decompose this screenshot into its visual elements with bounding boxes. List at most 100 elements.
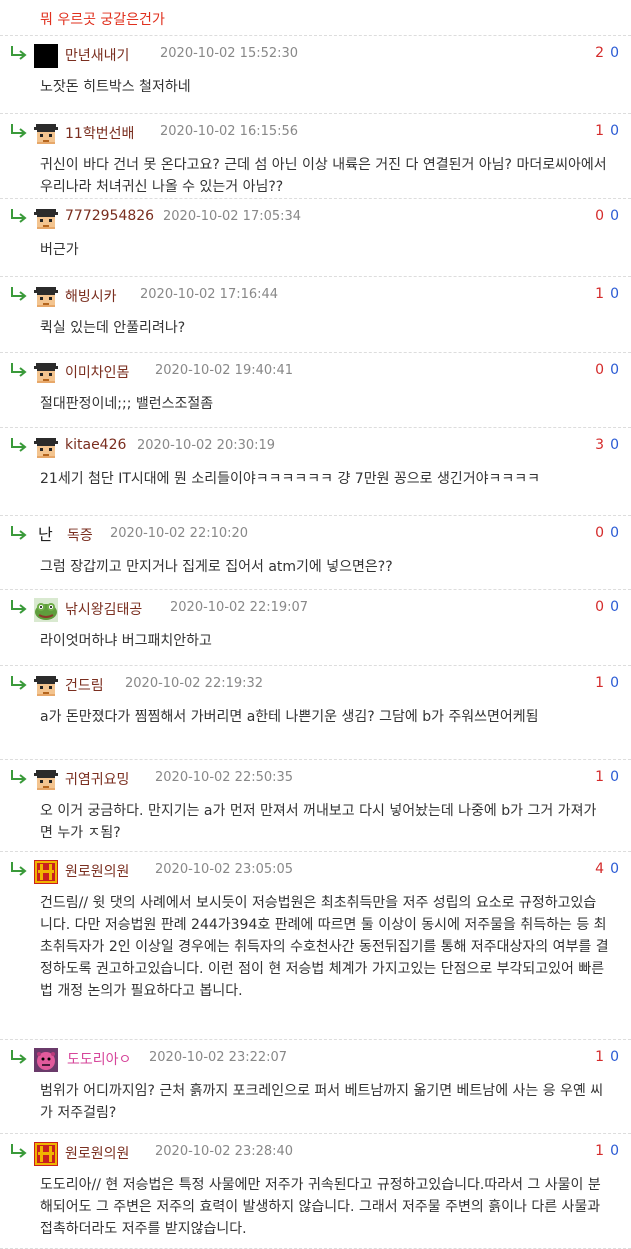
avatar-text: 난 <box>38 525 53 544</box>
avatar[interactable] <box>34 674 58 698</box>
comment-author[interactable]: 건드림 <box>65 675 104 695</box>
vote-counts: 00 <box>595 362 619 378</box>
comment-author[interactable]: 원로원의원 <box>65 1143 129 1163</box>
avatar[interactable] <box>34 285 58 309</box>
comment-body: 도도리아// 현 저승법은 특정 사물에만 저주가 귀속된다고 규정하고있습니다… <box>40 1177 601 1237</box>
downvote-count[interactable]: 0 <box>610 45 619 61</box>
reply-arrow-icon <box>10 861 28 877</box>
comment-item: 만년새내기 2020-10-02 15:52:30 2 0 노잣돈 히트박스 철저하네 <box>0 36 631 114</box>
reply-arrow-icon <box>10 769 28 785</box>
avatar[interactable] <box>34 1048 58 1072</box>
comment-timestamp: 2020-10-02 23:05:05 <box>155 862 294 877</box>
comment-author[interactable]: kitae426 <box>65 437 126 453</box>
comment-timestamp: 2020-10-02 23:28:40 <box>155 1144 294 1159</box>
reply-arrow-icon <box>10 1049 28 1065</box>
avatar[interactable] <box>34 860 58 884</box>
comment-author[interactable]: 귀염귀요밍 <box>65 769 129 789</box>
comment-body: 범위가 어디까지임? 근처 흙까지 포크레인으로 퍼서 베트남까지 옮기면 베트… <box>40 1083 604 1121</box>
comment-author[interactable]: 이미차인몸 <box>65 362 129 382</box>
comment-header: 11학번선배 2020-10-02 16:15:56 1 0 <box>0 114 631 150</box>
downvote-count[interactable]: 0 <box>610 437 619 453</box>
comment-timestamp: 2020-10-02 15:52:30 <box>160 46 299 61</box>
upvote-count[interactable]: 0 <box>595 599 604 615</box>
avatar[interactable] <box>34 436 58 460</box>
comment-body: 21세기 첨단 IT시대에 뭔 소리들이야ㅋㅋㅋㅋㅋㅋ 걍 7만원 꽁으로 생긴… <box>40 471 541 487</box>
vote-counts: 10 <box>595 123 619 139</box>
comment-header: 7772954826 2020-10-02 17:05:34 0 0 <box>0 199 631 235</box>
comment-item: 원로원의원 2020-10-02 23:05:05 4 0 건드림// 윗 댓의 사례에… <box>0 852 631 1040</box>
comment-author[interactable]: 만년새내기 <box>65 45 129 65</box>
comment-timestamp: 2020-10-02 16:15:56 <box>160 124 299 139</box>
comment-author[interactable]: 독증 <box>67 525 93 545</box>
downvote-count[interactable]: 0 <box>610 1143 619 1159</box>
comment-timestamp: 2020-10-02 22:50:35 <box>155 770 294 785</box>
downvote-count[interactable]: 0 <box>610 769 619 785</box>
upvote-count[interactable]: 2 <box>595 45 604 61</box>
comment-item: kitae426 2020-10-02 20:30:19 3 0 21세기 첨단 IT시… <box>0 428 631 516</box>
upvote-count[interactable]: 1 <box>595 769 604 785</box>
upvote-count[interactable]: 0 <box>595 525 604 541</box>
upvote-count[interactable]: 1 <box>595 1049 604 1065</box>
upvote-count[interactable]: 0 <box>595 208 604 224</box>
downvote-count[interactable]: 0 <box>610 861 619 877</box>
comment-body: 오 이거 궁금하다. 만지기는 a가 먼저 만져서 꺼내보고 다시 넣어놨는데 … <box>40 803 597 841</box>
upvote-count[interactable]: 1 <box>595 1143 604 1159</box>
comment-author[interactable]: 11학번선배 <box>65 123 134 143</box>
comment-header: 이미차인몸 2020-10-02 19:40:41 0 0 <box>0 353 631 389</box>
vote-counts: 20 <box>595 45 619 61</box>
downvote-count[interactable]: 0 <box>610 286 619 302</box>
comment-timestamp: 2020-10-02 23:22:07 <box>149 1050 288 1065</box>
comment-timestamp: 2020-10-02 17:16:44 <box>140 287 279 302</box>
upvote-count[interactable]: 3 <box>595 437 604 453</box>
downvote-count[interactable]: 0 <box>610 123 619 139</box>
avatar[interactable] <box>34 598 58 622</box>
downvote-count[interactable]: 0 <box>610 1049 619 1065</box>
previous-comment-tail: 뭐 우르곳 궁갈은건가 <box>0 0 631 36</box>
avatar[interactable] <box>34 1142 58 1166</box>
comment-author[interactable]: 원로원의원 <box>65 861 129 881</box>
avatar[interactable] <box>34 768 58 792</box>
comment-header: 도도리아ㅇ 2020-10-02 23:22:07 1 0 <box>0 1040 631 1076</box>
avatar[interactable] <box>34 122 58 146</box>
downvote-count[interactable]: 0 <box>610 362 619 378</box>
comment-item: 낚시왕김태공 2020-10-02 22:19:07 0 0 라이엇머하냐 버그패치안하… <box>0 590 631 666</box>
downvote-count[interactable]: 0 <box>610 208 619 224</box>
comment-header: 건드림 2020-10-02 22:19:32 1 0 <box>0 666 631 702</box>
vote-counts: 00 <box>595 599 619 615</box>
comment-body: 버근가 <box>40 242 79 258</box>
downvote-count[interactable]: 0 <box>610 525 619 541</box>
vote-counts: 00 <box>595 525 619 541</box>
comment-author[interactable]: 낚시왕김태공 <box>65 599 142 619</box>
comment-timestamp: 2020-10-02 17:05:34 <box>163 209 302 224</box>
comment-header: 만년새내기 2020-10-02 15:52:30 2 0 <box>0 36 631 72</box>
vote-counts: 10 <box>595 769 619 785</box>
downvote-count[interactable]: 0 <box>610 599 619 615</box>
comment-header: kitae426 2020-10-02 20:30:19 3 0 <box>0 428 631 464</box>
downvote-count[interactable]: 0 <box>610 675 619 691</box>
avatar[interactable] <box>34 44 58 68</box>
comment-author[interactable]: 해빙시카 <box>65 286 117 306</box>
avatar[interactable] <box>34 207 58 231</box>
avatar[interactable] <box>34 361 58 385</box>
comment-item: 이미차인몸 2020-10-02 19:40:41 0 0 절대판정이네;;; 밸런스조… <box>0 353 631 428</box>
comment-header: 귀염귀요밍 2020-10-02 22:50:35 1 0 <box>0 760 631 796</box>
vote-counts: 10 <box>595 286 619 302</box>
vote-counts: 40 <box>595 861 619 877</box>
comment-body: 퀵실 있는데 안풀리려나? <box>40 320 186 336</box>
reply-arrow-icon <box>10 599 28 615</box>
vote-counts: 30 <box>595 437 619 453</box>
comment-item: 11학번선배 2020-10-02 16:15:56 1 0 귀신이 바다 건너 못 온… <box>0 114 631 199</box>
reply-arrow-icon <box>10 45 28 61</box>
comment-body: 귀신이 바다 건너 못 온다고요? 근데 섬 아닌 이상 내륙은 거진 다 연결… <box>40 157 607 195</box>
upvote-count[interactable]: 1 <box>595 675 604 691</box>
upvote-count[interactable]: 0 <box>595 362 604 378</box>
upvote-count[interactable]: 4 <box>595 861 604 877</box>
reply-arrow-icon <box>10 1143 28 1159</box>
avatar[interactable]: 난 <box>34 524 58 548</box>
upvote-count[interactable]: 1 <box>595 286 604 302</box>
comment-author[interactable]: 도도리아ㅇ <box>67 1049 131 1069</box>
reply-arrow-icon <box>10 437 28 453</box>
comment-header: 낚시왕김태공 2020-10-02 22:19:07 0 0 <box>0 590 631 626</box>
comment-author[interactable]: 7772954826 <box>65 208 154 224</box>
upvote-count[interactable]: 1 <box>595 123 604 139</box>
